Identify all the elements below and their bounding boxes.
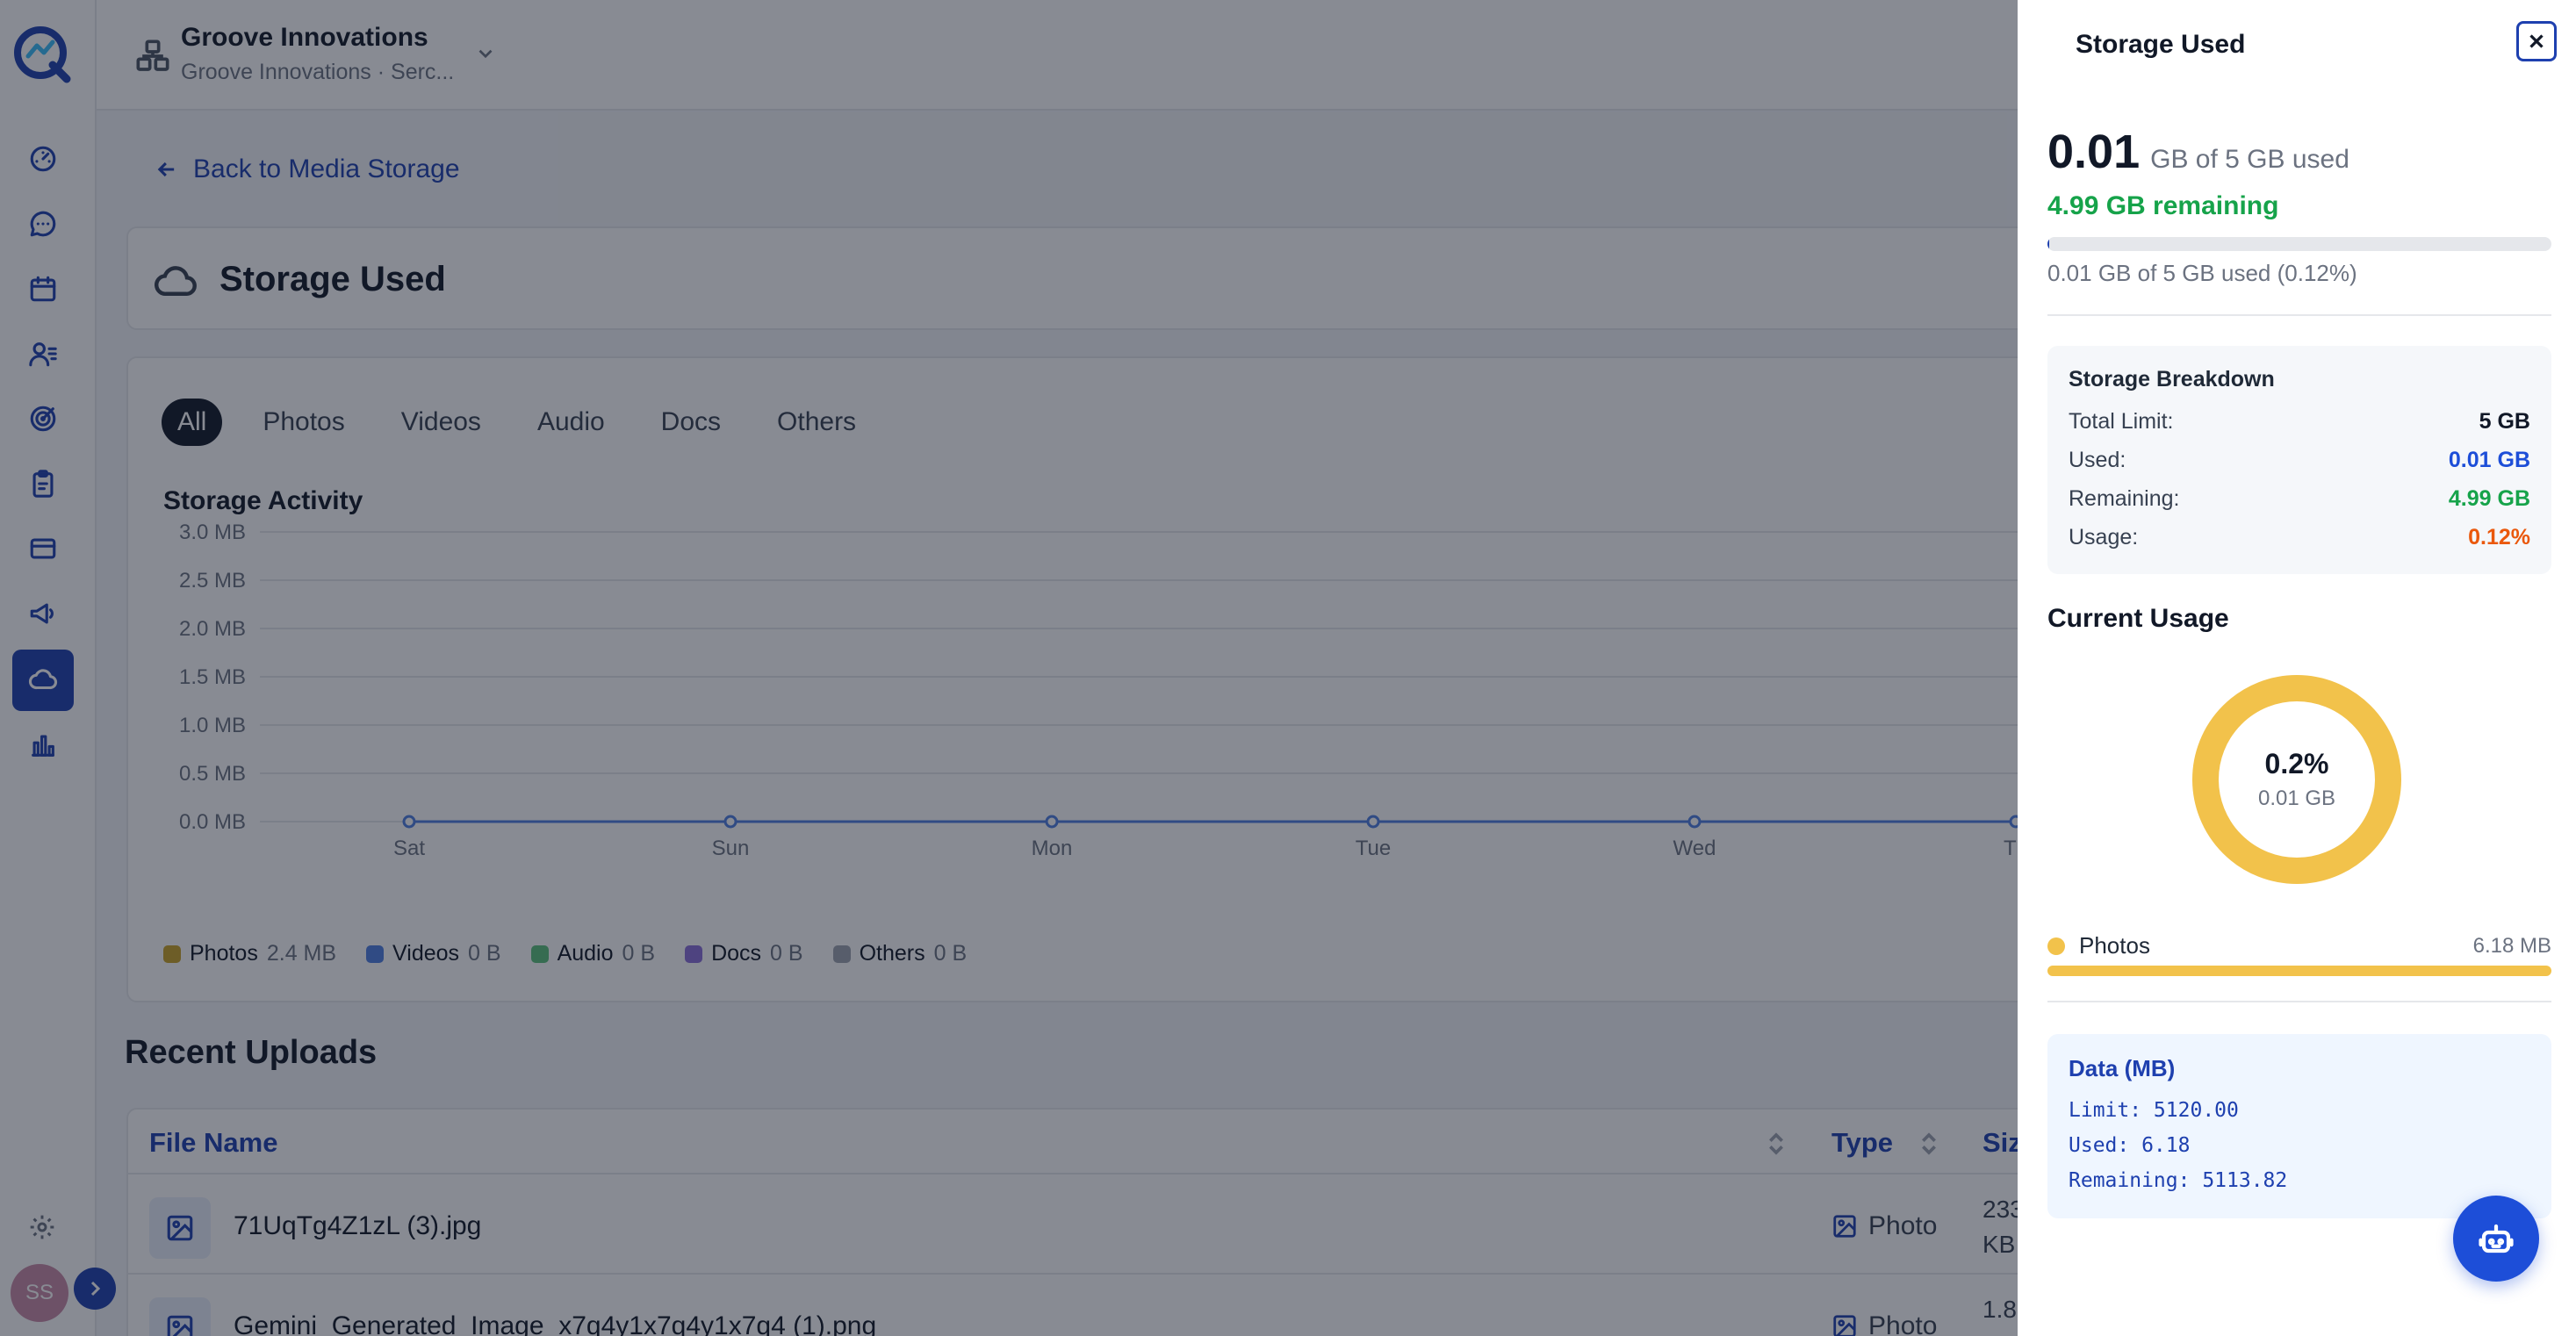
- close-button[interactable]: [2516, 21, 2557, 61]
- donut-sublabel: 0.01 GB: [2257, 787, 2336, 810]
- breakdown-value: 5 GB: [2479, 409, 2530, 434]
- breakdown-row-used: Used: 0.01 GB: [2069, 448, 2530, 478]
- data-line-used: Used: 6.18: [2069, 1134, 2191, 1157]
- storage-breakdown: Storage Breakdown Total Limit: 5 GB Used…: [2047, 346, 2551, 574]
- breakdown-label: Used:: [2069, 448, 2126, 472]
- breakdown-value: 0.12%: [2468, 525, 2530, 549]
- breakdown-value: 0.01 GB: [2448, 448, 2530, 472]
- current-usage-title: Current Usage: [2047, 604, 2229, 633]
- breakdown-label: Remaining:: [2069, 486, 2180, 511]
- photos-usage-fill: [2047, 966, 2551, 976]
- data-line-remaining: Remaining: 5113.82: [2069, 1169, 2288, 1192]
- divider: [2047, 1001, 2551, 1002]
- donut-percent: 0.2%: [2264, 748, 2329, 779]
- used-of-total: GB of 5 GB used: [2150, 145, 2349, 174]
- breakdown-label: Usage:: [2069, 525, 2139, 549]
- usage-progress-fill: [2047, 237, 2049, 251]
- photos-color-dot: [2047, 937, 2065, 955]
- breakdown-label: Total Limit:: [2069, 409, 2174, 434]
- usage-progress-bar: [2047, 237, 2551, 251]
- photos-usage-bar: [2047, 966, 2551, 976]
- data-mb-box: Data (MB) Limit: 5120.00 Used: 6.18 Rema…: [2047, 1034, 2551, 1218]
- breakdown-row-total-limit: Total Limit: 5 GB: [2069, 409, 2530, 439]
- breakdown-row-usage: Usage: 0.12%: [2069, 525, 2530, 555]
- drawer-title: Storage Used: [2076, 30, 2246, 59]
- usage-donut-chart: 0.2% 0.01 GB: [2191, 674, 2402, 885]
- assistant-bot-button[interactable]: [2453, 1196, 2539, 1282]
- breakdown-value: 4.99 GB: [2448, 486, 2530, 511]
- data-line-limit: Limit: 5120.00: [2069, 1099, 2239, 1122]
- breakdown-row-remaining: Remaining: 4.99 GB: [2069, 486, 2530, 516]
- close-icon: [2529, 34, 2544, 48]
- storage-used-drawer: Storage Used 0.01 GB of 5 GB used 4.99 G…: [2018, 0, 2576, 1336]
- usage-item-photos: Photos 6.18 MB: [2047, 930, 2551, 962]
- usage-progress-text: 0.01 GB of 5 GB used (0.12%): [2047, 260, 2357, 286]
- robot-icon: [2479, 1224, 2514, 1253]
- usage-item-size: 6.18 MB: [2472, 934, 2551, 958]
- remaining-text: 4.99 GB remaining: [2047, 191, 2279, 220]
- used-value: 0.01: [2047, 126, 2141, 178]
- used-summary: 0.01 GB of 5 GB used: [2047, 125, 2349, 179]
- modal-backdrop[interactable]: [0, 0, 2018, 1336]
- data-box-title: Data (MB): [2069, 1055, 2176, 1081]
- divider: [2047, 314, 2551, 316]
- usage-item-label: Photos: [2079, 932, 2150, 959]
- breakdown-title: Storage Breakdown: [2069, 367, 2275, 391]
